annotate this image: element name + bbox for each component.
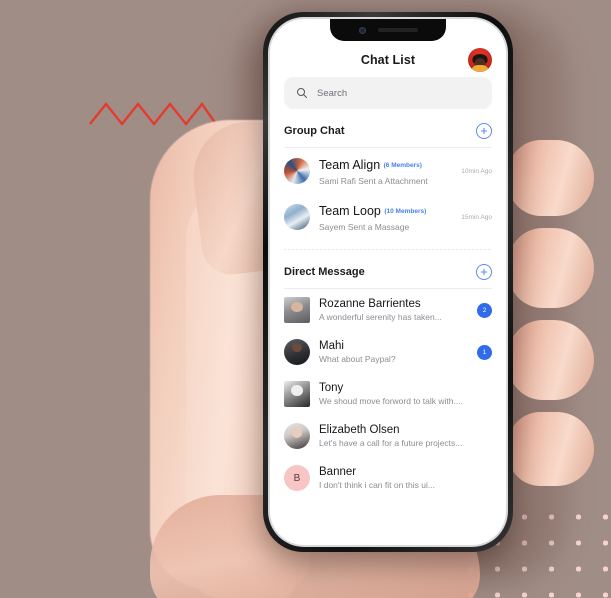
phone-device: Chat List Search Group Chat Team Align (… <box>263 12 513 552</box>
finger-pinky <box>508 412 594 486</box>
list-item-body: Mahi What about Paypal? <box>319 340 468 364</box>
section-title-direct-message: Direct Message <box>284 266 365 278</box>
section-header-group-chat: Group Chat <box>284 109 492 147</box>
finger-middle <box>508 228 594 308</box>
add-direct-message-button[interactable] <box>476 264 492 280</box>
search-icon <box>297 88 307 98</box>
list-item-preview: Let's have a call for a future projects.… <box>319 438 463 448</box>
list-item-preview: Sayem Sent a Massage <box>319 222 410 232</box>
section-header-direct-message: Direct Message <box>284 250 492 288</box>
mahi-avatar <box>284 339 310 365</box>
list-item-preview: Sami Rafi Sent a Attachment <box>319 176 428 186</box>
tony-avatar <box>284 381 310 407</box>
plus-icon <box>480 268 488 276</box>
phone-notch <box>330 19 446 41</box>
group-name-text: Team Align <box>319 158 381 172</box>
list-item[interactable]: Rozanne Barrientes A wonderful serenity … <box>284 289 492 331</box>
finger-ring <box>508 320 594 400</box>
section-title-group-chat: Group Chat <box>284 125 345 137</box>
list-item-name: Elizabeth Olsen <box>319 424 400 436</box>
member-count: (6 Members) <box>383 162 422 170</box>
list-item-preview: What about Paypal? <box>319 354 396 364</box>
member-count: (10 Members) <box>384 208 427 216</box>
list-item-body: Tony We shoud move forword to talk with.… <box>319 382 492 406</box>
list-item-time: 15min Ago <box>461 213 492 221</box>
list-item-body: Banner I don't think i can fit on this u… <box>319 466 492 490</box>
avatar-shirt <box>471 65 489 72</box>
zigzag-decoration <box>89 101 217 126</box>
add-group-chat-button[interactable] <box>476 123 492 139</box>
list-item-time: 10min Ago <box>461 167 492 175</box>
search-placeholder: Search <box>317 87 348 99</box>
avatar[interactable] <box>468 48 492 72</box>
banner-avatar: B <box>284 465 310 491</box>
speaker-grill-icon <box>377 28 418 32</box>
list-item[interactable]: Tony We shoud move forword to talk with.… <box>284 373 492 415</box>
list-item-name: Mahi <box>319 340 344 352</box>
camera-icon <box>358 26 366 34</box>
list-item[interactable]: B Banner I don't think i can fit on this… <box>284 457 492 499</box>
list-item-body: Team Loop (10 Members) Sayem Sent a Mass… <box>319 202 452 232</box>
list-item-body: Elizabeth Olsen Let's have a call for a … <box>319 424 492 448</box>
group-name-text: Team Loop <box>319 204 381 218</box>
team-align-avatar <box>284 158 310 184</box>
team-loop-avatar <box>284 204 310 230</box>
list-item-name: Tony <box>319 382 344 394</box>
list-item-body: Team Align (6 Members) Sami Rafi Sent a … <box>319 156 452 186</box>
page-title: Chat List <box>360 53 416 67</box>
list-item[interactable]: Elizabeth Olsen Let's have a call for a … <box>284 415 492 457</box>
phone-bezel: Chat List Search Group Chat Team Align (… <box>268 17 508 547</box>
list-item[interactable]: Team Loop (10 Members) Sayem Sent a Mass… <box>284 194 492 240</box>
finger-index <box>508 140 594 216</box>
list-item-name: Team Align (6 Members) <box>319 158 422 172</box>
list-item[interactable]: Mahi What about Paypal? 1 <box>284 331 492 373</box>
phone-screen: Chat List Search Group Chat Team Align (… <box>270 19 506 545</box>
list-item-name: Team Loop (10 Members) <box>319 204 426 218</box>
list-item-name: Banner <box>319 466 357 478</box>
list-item-preview: I don't think i can fit on this ui... <box>319 480 435 490</box>
chat-list-app: Chat List Search Group Chat Team Align (… <box>270 19 506 545</box>
list-item-name: Rozanne Barrientes <box>319 298 421 310</box>
unread-badge: 1 <box>477 344 492 360</box>
search-input[interactable]: Search <box>284 77 492 109</box>
plus-icon <box>480 127 488 135</box>
list-item-preview: We shoud move forword to talk with.... <box>319 396 463 406</box>
list-item[interactable]: Team Align (6 Members) Sami Rafi Sent a … <box>284 148 492 194</box>
unread-badge: 2 <box>477 302 492 318</box>
list-item-body: Rozanne Barrientes A wonderful serenity … <box>319 298 468 322</box>
list-item-preview: A wonderful serenity has taken... <box>319 312 442 322</box>
elizabeth-avatar <box>284 423 310 449</box>
rozanne-avatar <box>284 297 310 323</box>
